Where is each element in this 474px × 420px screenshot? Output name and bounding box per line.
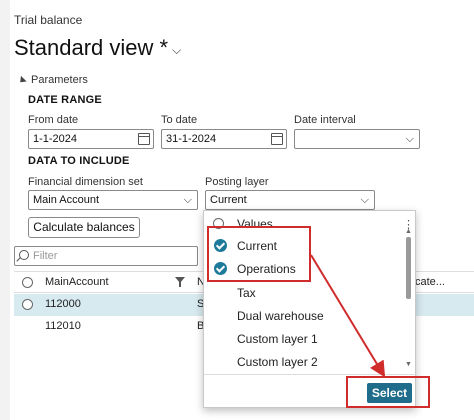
highlight-box-select [346,376,430,408]
dimension-set-select[interactable]: Main Account ⌵ [28,190,198,210]
highlight-box-options [207,226,311,282]
posting-layer-value: Current [210,194,247,206]
option-label: Custom layer 2 [237,355,318,369]
scrollbar-thumb[interactable] [406,237,411,299]
dimension-set-label: Financial dimension set [28,176,143,188]
row-account: 112010 [45,320,81,332]
data-to-include-heading: DATA TO INCLUDE [28,155,130,167]
from-date-field[interactable]: 1-1-2024 [28,129,154,149]
option-dual-warehouse[interactable]: Dual warehouse [204,305,406,328]
option-custom-layer-2[interactable]: Custom layer 2 [204,351,406,374]
select-all-radio[interactable] [22,277,33,288]
to-date-value: 31-1-2024 [166,133,217,145]
filter-input[interactable]: Filter [14,246,198,266]
calculate-balances-button[interactable]: Calculate balances [28,217,140,238]
parameters-toggle[interactable]: Parameters [17,74,88,86]
filter-funnel-icon[interactable] [175,277,185,287]
breadcrumb[interactable]: Trial balance [14,13,82,27]
parameters-label: Parameters [31,74,88,86]
chevron-down-icon: ⌵ [183,194,192,206]
chevron-down-icon: ⌵ [172,42,182,57]
calendar-icon[interactable] [271,133,283,145]
view-title: Standard view * [14,35,169,60]
scroll-down-arrow-icon[interactable]: ▼ [405,361,412,368]
date-interval-select[interactable]: ⌵ [294,129,420,149]
date-interval-label: Date interval [294,114,356,126]
to-date-label: To date [161,114,198,126]
search-icon [19,250,29,260]
option-label: Dual warehouse [237,309,324,323]
option-tax[interactable]: Tax [204,282,406,305]
dropdown-divider [204,374,417,375]
chevron-down-icon: ⌵ [405,133,414,145]
date-range-heading: DATE RANGE [28,94,102,106]
calendar-icon[interactable] [138,133,150,145]
option-custom-layer-1[interactable]: Custom layer 1 [204,328,406,351]
trial-balance-page: Trial balance Standard view * ⌵ Paramete… [0,0,474,420]
collapse-triangle-icon [17,75,27,85]
dimension-set-value: Main Account [33,194,100,206]
option-label: Custom layer 1 [237,332,318,346]
view-selector[interactable]: Standard view * ⌵ [14,35,181,61]
to-date-field[interactable]: 31-1-2024 [161,129,287,149]
option-label: Tax [237,286,256,300]
posting-layer-select[interactable]: Current ⌵ [205,190,375,210]
row-account: 112000 [45,298,81,310]
from-date-value: 1-1-2024 [33,133,78,145]
chevron-down-icon: ⌵ [360,194,369,206]
from-date-label: From date [28,114,79,126]
column-header-mainaccount[interactable]: MainAccount [45,276,109,288]
column-header-category[interactable]: cate... [415,276,445,288]
left-gutter [0,0,10,420]
posting-layer-label: Posting layer [205,176,269,188]
row-select-radio[interactable] [22,299,33,310]
scroll-up-arrow-icon[interactable]: ▲ [405,228,412,235]
filter-placeholder: Filter [33,250,58,262]
